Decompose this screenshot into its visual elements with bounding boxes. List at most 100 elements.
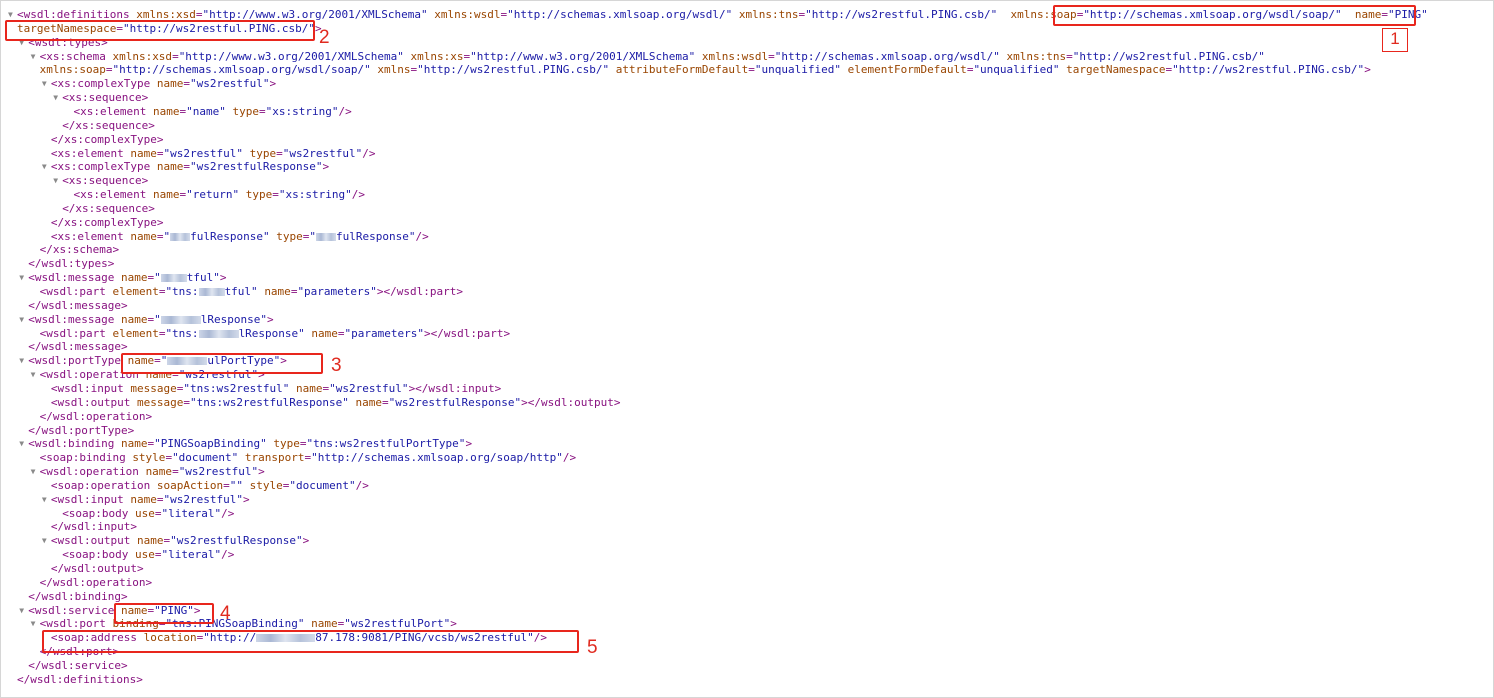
attribute-value: "xs:string"	[278, 188, 352, 201]
tag-text: >	[322, 160, 330, 174]
tag-text: >	[242, 492, 250, 506]
attribute-name: xmlns:wsdl	[434, 8, 501, 21]
collapse-arrow-icon[interactable]: ▼	[42, 160, 51, 174]
xml-line: <xs:element name="ws2restful" type="ws2r…	[42, 147, 376, 161]
collapse-arrow-icon[interactable]: ▼	[31, 368, 40, 382]
tag-text: =	[156, 492, 164, 506]
attribute-value: "http://www.w3.org/2001/XMLSchema"	[178, 49, 404, 63]
attribute-name: xmlns:xs	[410, 49, 464, 63]
collapse-arrow-icon[interactable]: ▼	[19, 313, 28, 327]
attribute-value: "ws2restful"	[282, 146, 363, 160]
highlight-target-namespace	[5, 20, 315, 41]
collapse-arrow-icon[interactable]: ▼	[31, 465, 40, 479]
tag-text: <wsdl:input	[50, 381, 131, 395]
tag-text: <soap:body	[62, 506, 136, 520]
attribute-name: name	[152, 105, 180, 118]
tag-text: />	[221, 506, 235, 520]
tag-text: </wsdl:binding>	[28, 589, 128, 603]
xml-line: </wsdl:binding>	[19, 590, 127, 604]
attribute-value: "PINGSoapBinding"	[154, 437, 267, 451]
xml-line: ▼ <xs:sequence>	[53, 174, 148, 188]
tag-text: <wsdl:output	[50, 395, 137, 409]
tag-text: <xs:element	[50, 229, 131, 243]
xml-line: <soap:operation soapAction="" style="doc…	[42, 479, 369, 493]
collapse-arrow-icon[interactable]: ▼	[19, 437, 28, 451]
tag-text: <soap:binding	[39, 451, 133, 465]
attribute-value: "http://schemas.xmlsoap.org/wsdl/soap/"	[112, 63, 371, 77]
tag-text: </wsdl:input>	[50, 520, 137, 534]
attribute-value: "unqualified"	[973, 63, 1060, 77]
tag-text: <xs:element	[50, 146, 131, 160]
tag-text: >	[267, 312, 274, 326]
xml-line: ▼ <xs:schema xmlns:xsd="http://www.w3.org…	[31, 50, 1265, 64]
xml-line: ▼ <wsdl:output name="ws2restfulResponse">	[42, 534, 309, 548]
attribute-name: element	[112, 326, 159, 340]
xml-line: </wsdl:service>	[19, 659, 127, 673]
xml-line: </wsdl:operation>	[31, 410, 153, 424]
tag-text: <wsdl:portType	[28, 354, 128, 368]
tag-text: <wsdl:operation	[39, 465, 146, 479]
attribute-name: name	[311, 617, 338, 631]
tag-text: =	[272, 188, 279, 201]
attribute-value: lResponse"	[238, 326, 305, 340]
attribute-value: "ws2restfulResponse"	[388, 395, 522, 409]
tag-text: =	[276, 146, 283, 160]
collapse-arrow-icon[interactable]: ▼	[31, 50, 40, 64]
attribute-value: fulResponse"	[190, 229, 270, 243]
xml-line: </xs:complexType>	[42, 216, 164, 230]
tag-text: <xs:schema	[39, 49, 113, 63]
xml-line: </xs:schema>	[31, 243, 119, 257]
attribute-value: "http://schemas.xmlsoap.org/wsdl/"	[507, 8, 733, 21]
redacted-text	[315, 232, 336, 241]
xml-line: <wsdl:part element="tns: lResponse" name=…	[31, 327, 511, 341]
annotation-number-2: 2	[319, 27, 330, 48]
xml-line: </wsdl:message>	[19, 340, 127, 354]
tag-text: =	[223, 478, 230, 492]
attribute-name: type	[245, 188, 273, 201]
highlight-soap-address	[42, 630, 579, 653]
tag-text: <wsdl:part	[39, 326, 113, 340]
tag-text: <xs:sequence>	[62, 174, 149, 188]
collapse-arrow-icon[interactable]: ▼	[53, 174, 62, 188]
collapse-arrow-icon[interactable]: ▼	[19, 271, 28, 285]
attribute-name: style	[132, 451, 166, 465]
tag-text: />	[562, 451, 577, 465]
xml-line: <xs:element name="name" type="xs:string"…	[65, 105, 352, 119]
xml-line: </xs:complexType>	[42, 133, 164, 147]
attribute-name: xmlns:tns	[1006, 49, 1067, 63]
attribute-value: "literal"	[161, 548, 222, 562]
tag-text: <xs:element	[73, 188, 153, 201]
xml-line: ▼ <wsdl:message name=" lResponse">	[19, 313, 273, 327]
attribute-name: targetNamespace	[1066, 63, 1166, 77]
collapse-arrow-icon[interactable]: ▼	[53, 91, 62, 105]
collapse-arrow-icon[interactable]: ▼	[31, 617, 40, 631]
collapse-arrow-icon[interactable]: ▼	[42, 534, 51, 548]
xml-line: </xs:sequence>	[53, 202, 155, 216]
collapse-arrow-icon[interactable]: ▼	[42, 493, 51, 507]
tag-text: =	[1066, 49, 1073, 63]
attribute-value: "name"	[186, 105, 226, 118]
tag-text	[997, 8, 1010, 21]
attribute-name: message	[130, 381, 177, 395]
collapse-arrow-icon[interactable]: ▼	[19, 604, 28, 618]
attribute-value: "tns:ws2restfulPortType"	[306, 437, 466, 451]
tag-text	[243, 479, 250, 492]
tag-text: </wsdl:message>	[28, 340, 128, 354]
xml-line: ▼ <xs:sequence>	[53, 91, 148, 105]
collapse-arrow-icon[interactable]: ▼	[19, 354, 28, 368]
attribute-name: name	[295, 381, 323, 395]
attribute-name: xmlns:wsdl	[701, 49, 769, 63]
attribute-name: type	[232, 105, 259, 118]
attribute-value: tful"	[186, 271, 220, 285]
tag-text: =	[258, 105, 266, 118]
attribute-name: attributeFormDefault	[615, 63, 749, 77]
tag-text	[238, 451, 245, 464]
tag-text: />	[415, 229, 429, 243]
tag-text: =	[337, 326, 345, 340]
collapse-arrow-icon[interactable]: ▼	[42, 77, 51, 91]
annotation-number-1: 1	[1382, 28, 1408, 52]
xml-line: </wsdl:output>	[42, 562, 144, 576]
tag-text: =	[154, 506, 162, 520]
tag-text: =	[183, 160, 190, 174]
attribute-value: "tns:ws2restfulResponse"	[189, 395, 349, 409]
